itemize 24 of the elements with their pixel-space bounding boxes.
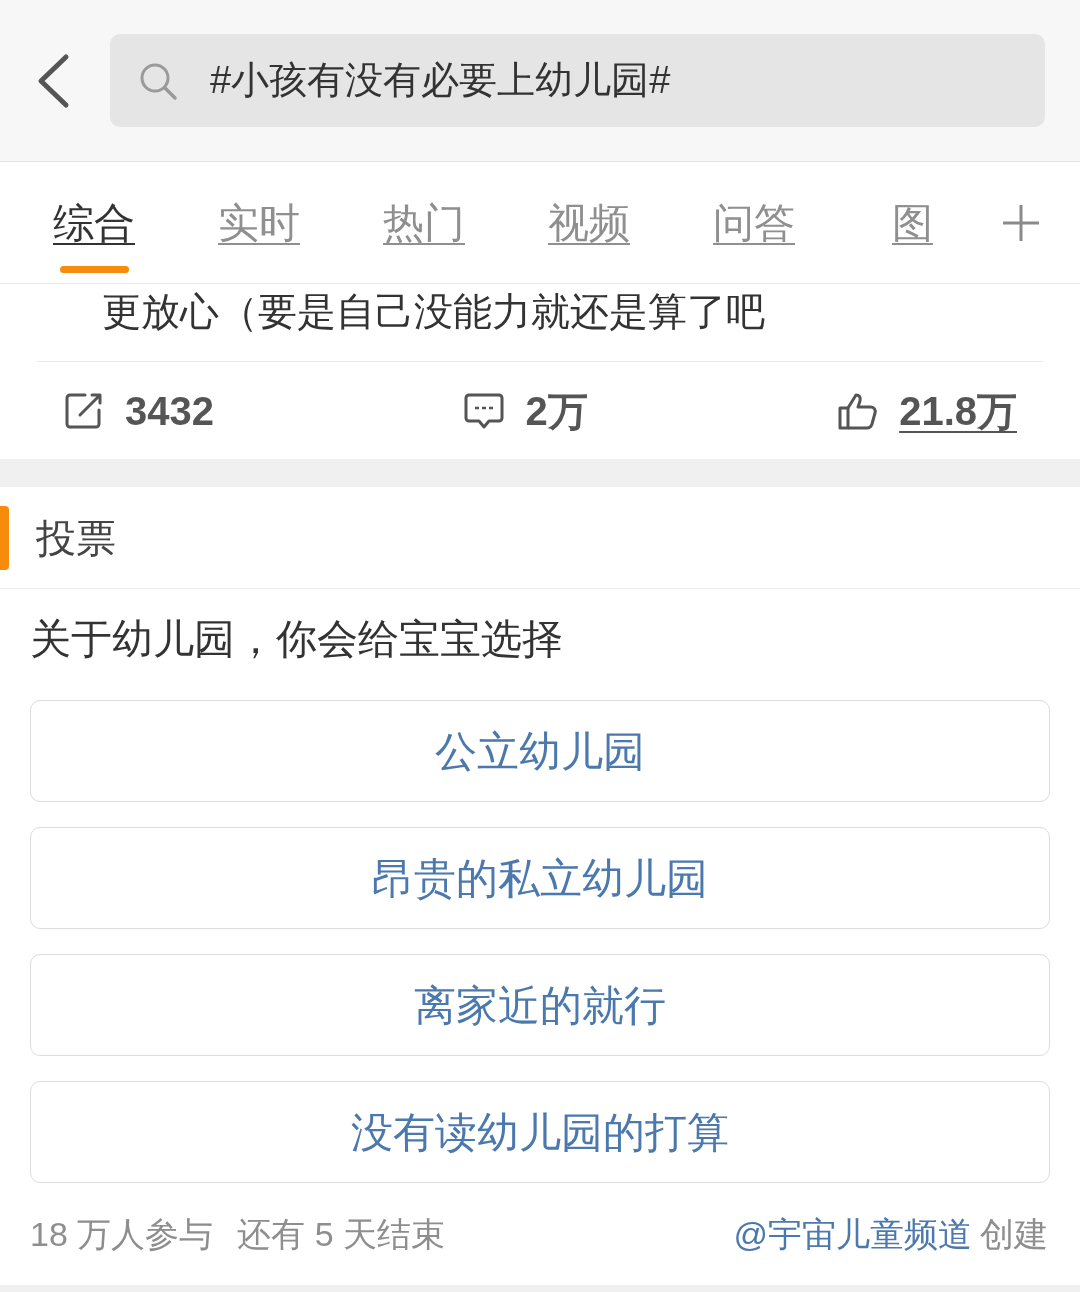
- post-text: 更放心（要是自己没能力就还是算了吧: [102, 289, 765, 335]
- tab[interactable]: 热门: [383, 198, 465, 248]
- vote-option[interactable]: 昂贵的私立幼儿园: [30, 827, 1050, 929]
- search-field[interactable]: #小孩有没有必要上幼儿园#: [110, 34, 1045, 127]
- tab[interactable]: 实时: [218, 198, 300, 248]
- tab[interactable]: 综合: [53, 198, 135, 248]
- section-accent-bar: [0, 505, 9, 570]
- section-title: 投票: [36, 514, 116, 562]
- time-remaining: 还有 5 天结束: [237, 1213, 446, 1255]
- creator-link[interactable]: @宇宙儿童频道: [733, 1208, 972, 1260]
- vote-option[interactable]: 公立幼儿园: [30, 700, 1050, 802]
- tab[interactable]: 问答: [713, 198, 795, 248]
- active-tab-indicator: [59, 266, 129, 273]
- comment-button[interactable]: 2万: [463, 380, 588, 441]
- like-button[interactable]: 21.8万: [837, 380, 1017, 441]
- vote-option[interactable]: 离家近的就行: [30, 954, 1050, 1056]
- share-button[interactable]: 3432: [63, 380, 214, 441]
- participant-count: 18 万人参与: [30, 1213, 214, 1255]
- plus-icon[interactable]: [1002, 204, 1040, 242]
- tab[interactable]: 视频: [548, 198, 630, 248]
- vote-question: 关于幼儿园，你会给宝宝选择: [30, 615, 563, 664]
- created-label: 创建: [980, 1213, 1048, 1255]
- tab[interactable]: 图: [892, 198, 933, 248]
- vote-option[interactable]: 没有读幼儿园的打算: [30, 1081, 1050, 1183]
